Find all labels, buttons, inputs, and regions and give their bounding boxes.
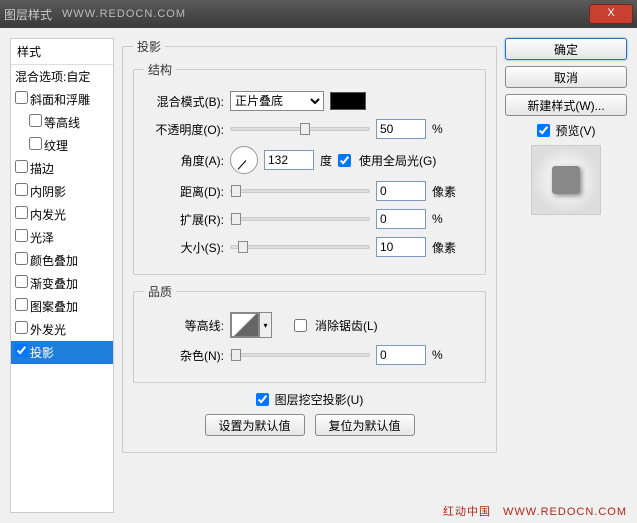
style-label: 渐变叠加 — [30, 277, 78, 291]
style-checkbox[interactable] — [15, 206, 28, 219]
pixel-unit: 像素 — [432, 183, 460, 200]
style-item-5[interactable]: 内发光 — [11, 203, 113, 226]
percent-unit: % — [432, 212, 460, 226]
close-button[interactable]: X — [589, 4, 633, 24]
new-style-button[interactable]: 新建样式(W)... — [505, 94, 627, 116]
shadow-color-swatch[interactable] — [330, 92, 366, 110]
knockout-checkbox[interactable] — [256, 393, 269, 406]
size-label: 大小(S): — [144, 239, 224, 256]
style-label: 外发光 — [30, 323, 66, 337]
distance-slider[interactable] — [230, 189, 370, 193]
pixel-unit: 像素 — [432, 239, 460, 256]
knockout-label: 图层挖空投影(U) — [275, 391, 364, 408]
style-item-9[interactable]: 图案叠加 — [11, 295, 113, 318]
style-item-10[interactable]: 外发光 — [11, 318, 113, 341]
style-label: 投影 — [30, 346, 54, 360]
blending-options-row[interactable]: 混合选项:自定 — [11, 65, 113, 88]
opacity-input[interactable] — [376, 119, 426, 139]
panel-title: 投影 — [133, 38, 165, 55]
style-item-7[interactable]: 颜色叠加 — [11, 249, 113, 272]
settings-panel: 投影 结构 混合模式(B): 正片叠底 不透明度(O): % — [122, 38, 497, 513]
antialias-label: 消除锯齿(L) — [315, 317, 378, 334]
contour-swatch — [231, 313, 259, 337]
styles-panel: 样式 混合选项:自定 斜面和浮雕等高线纹理描边内阴影内发光光泽颜色叠加渐变叠加图… — [10, 38, 114, 513]
angle-input[interactable] — [264, 150, 314, 170]
style-checkbox[interactable] — [29, 114, 42, 127]
style-item-1[interactable]: 等高线 — [11, 111, 113, 134]
structure-legend: 结构 — [144, 61, 176, 78]
style-item-11[interactable]: 投影 — [11, 341, 113, 364]
cancel-button[interactable]: 取消 — [505, 66, 627, 88]
global-light-checkbox[interactable] — [338, 154, 351, 167]
style-checkbox[interactable] — [15, 252, 28, 265]
style-label: 纹理 — [44, 139, 68, 153]
antialias-checkbox[interactable] — [294, 319, 307, 332]
style-checkbox[interactable] — [15, 275, 28, 288]
size-input[interactable] — [376, 237, 426, 257]
style-item-2[interactable]: 纹理 — [11, 134, 113, 157]
style-label: 图案叠加 — [30, 300, 78, 314]
degree-unit: 度 — [320, 152, 332, 169]
noise-label: 杂色(N): — [144, 347, 224, 364]
style-label: 颜色叠加 — [30, 254, 78, 268]
action-panel: 确定 取消 新建样式(W)... 预览(V) — [505, 38, 627, 513]
style-checkbox[interactable] — [15, 344, 28, 357]
preview-label: 预览(V) — [556, 122, 596, 139]
style-checkbox[interactable] — [15, 229, 28, 242]
window-title: 图层样式 — [4, 6, 52, 23]
noise-slider[interactable] — [230, 353, 370, 357]
angle-label: 角度(A): — [144, 152, 224, 169]
style-item-3[interactable]: 描边 — [11, 157, 113, 180]
global-light-label: 使用全局光(G) — [359, 152, 436, 169]
style-item-6[interactable]: 光泽 — [11, 226, 113, 249]
percent-unit: % — [432, 122, 460, 136]
structure-group: 结构 混合模式(B): 正片叠底 不透明度(O): % 角度(A): — [133, 61, 486, 275]
blend-mode-select[interactable]: 正片叠底 — [230, 91, 324, 111]
style-checkbox[interactable] — [15, 160, 28, 173]
preview-checkbox[interactable] — [537, 124, 550, 137]
quality-legend: 品质 — [144, 283, 176, 300]
watermark-url-top: WWW.REDOCN.COM — [62, 8, 186, 20]
style-checkbox[interactable] — [15, 91, 28, 104]
opacity-slider[interactable] — [230, 127, 370, 131]
style-checkbox[interactable] — [15, 321, 28, 334]
style-checkbox[interactable] — [15, 298, 28, 311]
distance-input[interactable] — [376, 181, 426, 201]
spread-slider[interactable] — [230, 217, 370, 221]
style-checkbox[interactable] — [29, 137, 42, 150]
preview-thumbnail — [531, 145, 601, 215]
watermark-url-bottom: 红动中国 WWW.REDOCN.COM — [443, 503, 627, 519]
percent-unit: % — [432, 348, 460, 362]
spread-input[interactable] — [376, 209, 426, 229]
opacity-label: 不透明度(O): — [144, 121, 224, 138]
style-label: 内阴影 — [30, 185, 66, 199]
ok-button[interactable]: 确定 — [505, 38, 627, 60]
style-label: 光泽 — [30, 231, 54, 245]
style-label: 等高线 — [44, 116, 80, 130]
style-item-4[interactable]: 内阴影 — [11, 180, 113, 203]
distance-label: 距离(D): — [144, 183, 224, 200]
spread-label: 扩展(R): — [144, 211, 224, 228]
contour-label: 等高线: — [144, 317, 224, 334]
reset-default-button[interactable]: 复位为默认值 — [315, 414, 415, 436]
style-label: 内发光 — [30, 208, 66, 222]
noise-input[interactable] — [376, 345, 426, 365]
style-label: 斜面和浮雕 — [30, 93, 90, 107]
style-checkbox[interactable] — [15, 183, 28, 196]
size-slider[interactable] — [230, 245, 370, 249]
titlebar: 图层样式 WWW.REDOCN.COM X — [0, 0, 637, 28]
angle-dial[interactable] — [230, 146, 258, 174]
set-default-button[interactable]: 设置为默认值 — [205, 414, 305, 436]
style-item-0[interactable]: 斜面和浮雕 — [11, 88, 113, 111]
styles-header: 样式 — [11, 39, 113, 65]
quality-group: 品质 等高线: ▾ 消除锯齿(L) 杂色(N): — [133, 283, 486, 383]
style-label: 描边 — [30, 162, 54, 176]
blend-mode-label: 混合模式(B): — [144, 93, 224, 110]
layer-style-dialog: 图层样式 WWW.REDOCN.COM X 样式 混合选项:自定 斜面和浮雕等高… — [0, 0, 637, 523]
chevron-down-icon[interactable]: ▾ — [259, 313, 271, 337]
contour-picker[interactable]: ▾ — [230, 312, 272, 338]
style-item-8[interactable]: 渐变叠加 — [11, 272, 113, 295]
